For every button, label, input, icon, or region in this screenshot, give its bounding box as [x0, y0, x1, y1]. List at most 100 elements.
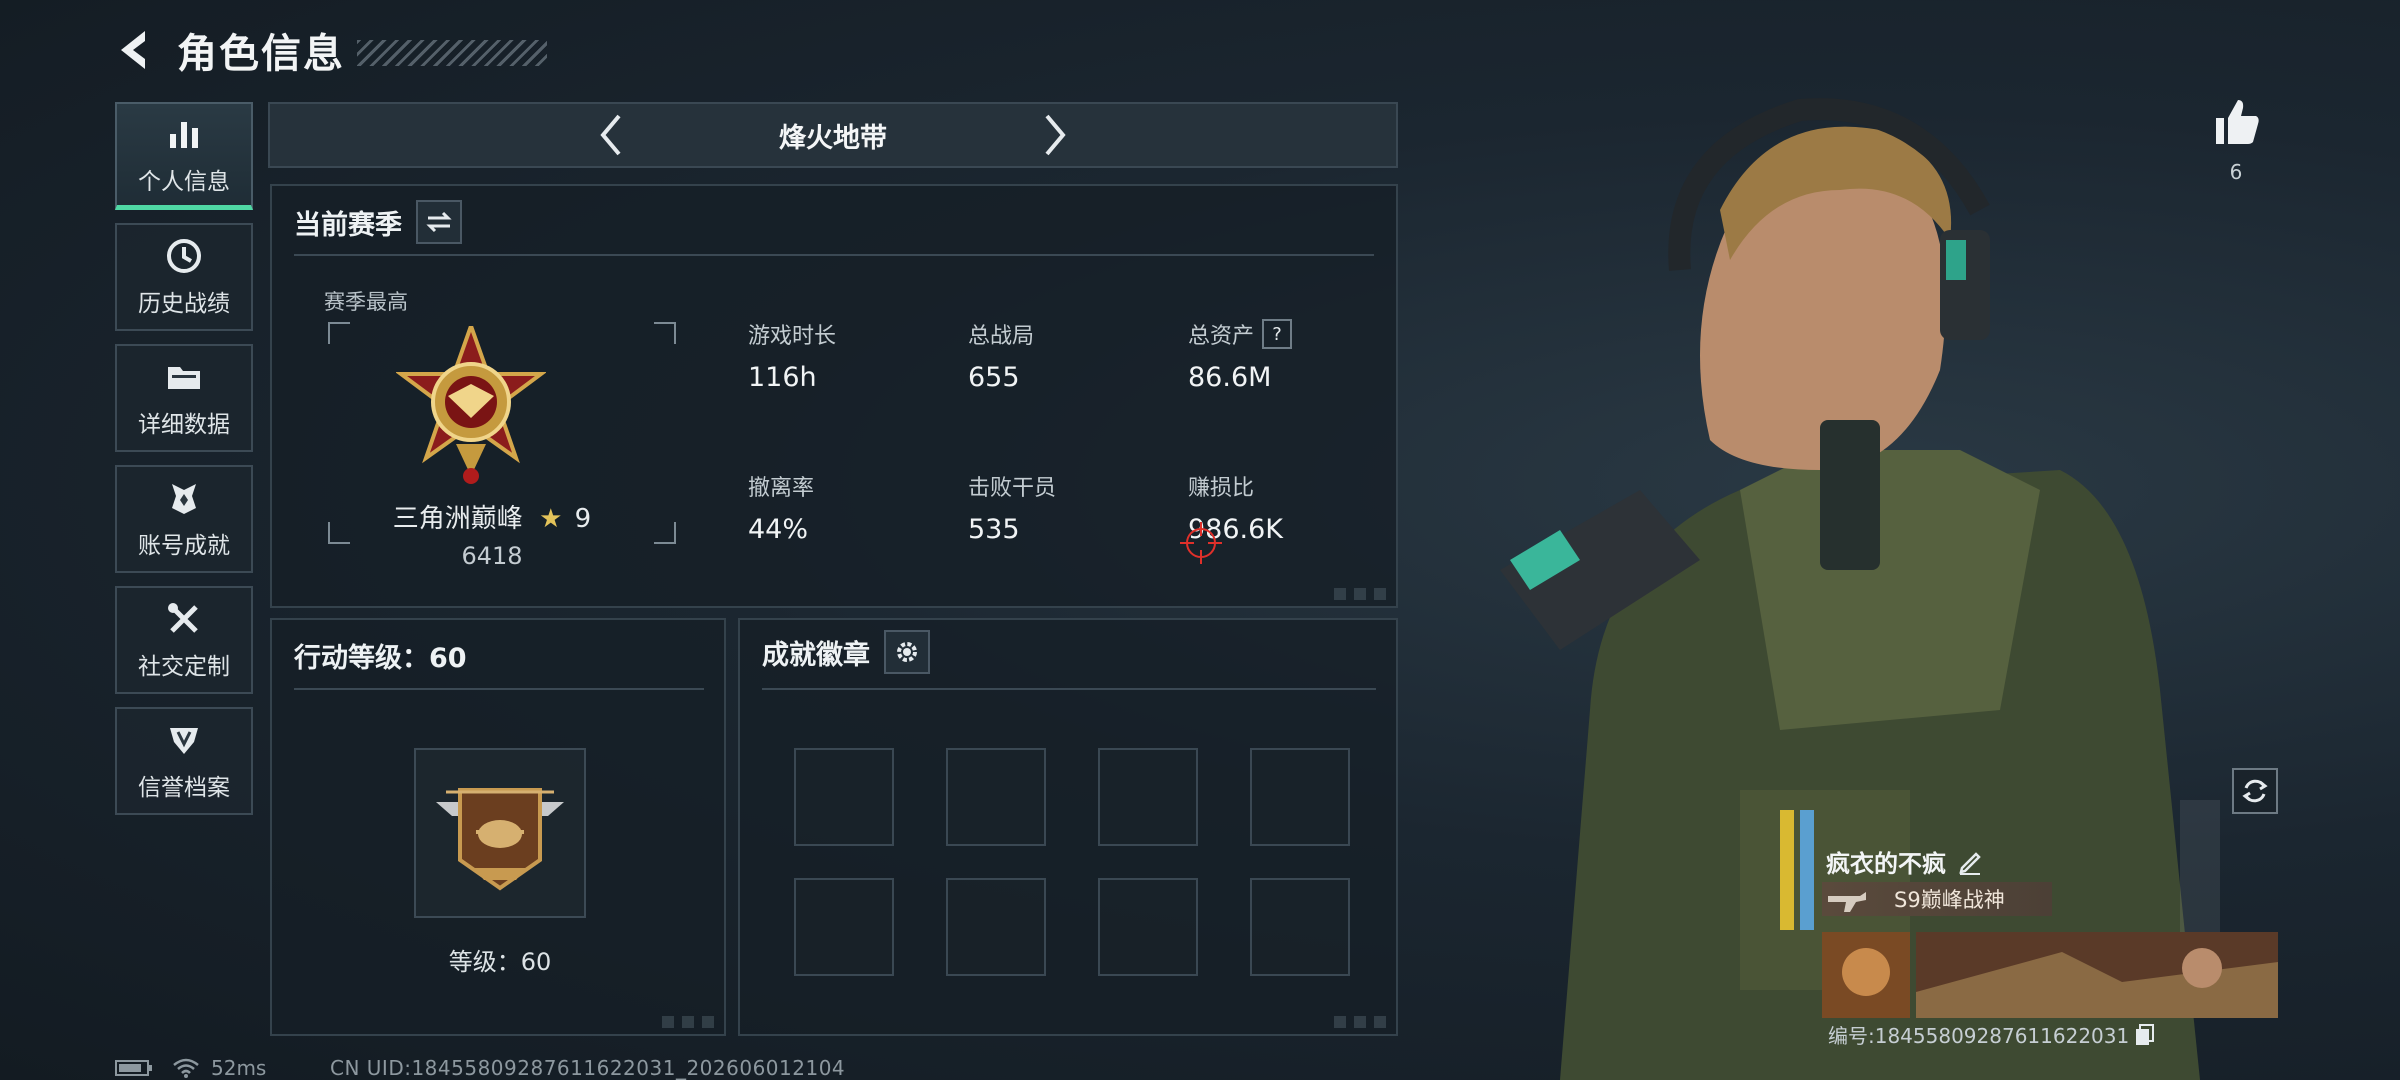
- player-name-card: 疯衣的不疯 S9巅峰战神 编号:18455809287611622031: [1822, 836, 2278, 1049]
- stat-total-matches: 总战局 655: [968, 318, 1034, 393]
- rank-emblem-icon: [396, 326, 546, 484]
- battery-icon: [115, 1060, 152, 1076]
- badge-slot[interactable]: [1250, 878, 1350, 976]
- sidebar-item-personal-info[interactable]: 个人信息: [115, 102, 253, 210]
- badge-slot[interactable]: [1098, 748, 1198, 846]
- target-crosshair-icon: [1180, 522, 1222, 564]
- mode-title: 烽火地带: [779, 122, 887, 154]
- gear-icon: [897, 642, 917, 662]
- level-label: 等级：60: [448, 948, 552, 976]
- reputation-icon: [170, 728, 198, 754]
- stat-label: 总战局: [968, 324, 1035, 349]
- history-clock-icon: [167, 239, 201, 273]
- stat-play-time: 游戏时长 116h: [748, 318, 836, 393]
- panel-corner-decoration: [1334, 588, 1388, 600]
- badge-slot[interactable]: [1098, 878, 1198, 976]
- badge-settings-button[interactable]: [884, 630, 930, 674]
- rank-name: 三角洲巅峰: [392, 504, 523, 534]
- sidebar-item-social-custom[interactable]: 社交定制: [115, 586, 253, 694]
- page-title: 角色信息: [177, 31, 345, 77]
- title-chip-text: S9巅峰战神: [1894, 888, 2005, 912]
- stat-operators-defeated: 击败干员 535: [968, 470, 1056, 545]
- badge-header: 成就徽章: [762, 630, 930, 674]
- stat-value: 116h: [748, 362, 817, 393]
- like-count: 6: [2229, 160, 2243, 184]
- help-button[interactable]: ?: [1262, 319, 1293, 349]
- helicopter-badge-icon: [436, 788, 564, 891]
- sidebar-item-achievements[interactable]: 账号成就: [115, 465, 253, 573]
- stat-label: 撤离率: [748, 476, 815, 501]
- tools-icon: [168, 603, 198, 633]
- next-mode-icon[interactable]: [1037, 110, 1073, 160]
- folder-icon: [168, 367, 200, 389]
- edit-pencil-icon[interactable]: [1956, 848, 1984, 876]
- stat-label: 游戏时长: [748, 324, 837, 349]
- season-header: 当前赛季: [294, 200, 462, 244]
- swap-icon: [426, 211, 452, 233]
- badge-slot[interactable]: [794, 748, 894, 846]
- sidebar: 个人信息 历史战绩 详细数据 账号成就 社交定制 信誉档案: [115, 102, 253, 828]
- level-badge-frame: [414, 748, 586, 918]
- status-bar: 52ms: [115, 1056, 266, 1080]
- stat-label: 赚损比: [1188, 476, 1255, 501]
- achievement-icon: [172, 484, 196, 514]
- sidebar-item-label: 社交定制: [138, 654, 230, 680]
- badge-panel: 成就徽章: [738, 618, 1398, 1036]
- thumbs-up-icon[interactable]: [2210, 96, 2262, 148]
- stat-value: 655: [968, 362, 1020, 393]
- section-divider: [294, 688, 704, 690]
- card-id-row: 编号:18455809287611622031: [1828, 1020, 2155, 1049]
- season-panel: 当前赛季 赛季最高 三角洲巅峰 ★ 9 6418 游戏时长 116h 总战局 6…: [270, 184, 1398, 608]
- panel-corner-decoration: [662, 1016, 716, 1028]
- mode-selector: 烽火地带: [268, 102, 1398, 168]
- badge-slot[interactable]: [946, 878, 1046, 976]
- bar-chart-icon: [170, 121, 198, 148]
- level-panel: 行动等级：60 等级：60: [270, 618, 726, 1036]
- stat-label: 总资产: [1188, 324, 1255, 349]
- badge-slot[interactable]: [794, 878, 894, 976]
- badge-slot[interactable]: [946, 748, 1046, 846]
- stat-value: 86.6M: [1188, 362, 1272, 393]
- sidebar-item-label: 个人信息: [138, 168, 230, 195]
- season-best-label: 赛季最高: [324, 290, 408, 314]
- swap-season-button[interactable]: [416, 200, 462, 244]
- page-header: 角色信息: [115, 22, 547, 78]
- sidebar-item-history[interactable]: 历史战绩: [115, 223, 253, 331]
- uid-line: CN UID:18455809287611622031_202606012104: [330, 1056, 846, 1080]
- stat-label-row: 总资产 ?: [1188, 318, 1293, 350]
- season-title: 当前赛季: [294, 209, 402, 241]
- star-icon: ★: [539, 504, 563, 534]
- badge-title: 成就徽章: [762, 639, 870, 671]
- title-decoration: [357, 40, 547, 66]
- stat-extraction-rate: 撤离率 44%: [748, 470, 814, 545]
- sidebar-item-label: 历史战绩: [138, 291, 230, 317]
- sidebar-item-detailed-data[interactable]: 详细数据: [115, 344, 253, 452]
- stat-total-assets: 总资产 ? 86.6M: [1188, 318, 1293, 393]
- badge-slot[interactable]: [1250, 748, 1350, 846]
- sidebar-item-label: 信誉档案: [138, 775, 230, 801]
- weapon-icon: [1828, 892, 1866, 912]
- player-id: 编号:18455809287611622031: [1828, 1024, 2130, 1048]
- player-name: 疯衣的不疯: [1826, 850, 1946, 878]
- back-arrow-icon[interactable]: [115, 27, 155, 73]
- section-divider: [762, 688, 1376, 690]
- player-card-image: [1822, 932, 2278, 1018]
- rotate-icon: [2242, 779, 2268, 803]
- wifi-icon: [173, 1058, 199, 1078]
- sidebar-item-label: 账号成就: [138, 533, 230, 559]
- rotate-model-button[interactable]: [2232, 768, 2278, 814]
- title-chip: S9巅峰战神: [1822, 882, 2052, 916]
- ping-value: 52ms: [211, 1056, 267, 1080]
- copy-icon[interactable]: [2135, 1023, 2155, 1046]
- stat-label: 击败干员: [968, 476, 1057, 501]
- stat-value: 535: [968, 514, 1020, 545]
- stat-value: 44%: [748, 514, 809, 545]
- sidebar-item-reputation[interactable]: 信誉档案: [115, 707, 253, 815]
- previous-mode-icon[interactable]: [593, 110, 629, 160]
- section-divider: [294, 254, 1374, 256]
- rank-score: 6418: [461, 542, 523, 570]
- rank-name-row: 三角洲巅峰 ★ 9: [324, 498, 660, 535]
- sidebar-item-label: 详细数据: [138, 412, 230, 438]
- rank-stars: 9: [574, 504, 592, 534]
- panel-corner-decoration: [1334, 1016, 1388, 1028]
